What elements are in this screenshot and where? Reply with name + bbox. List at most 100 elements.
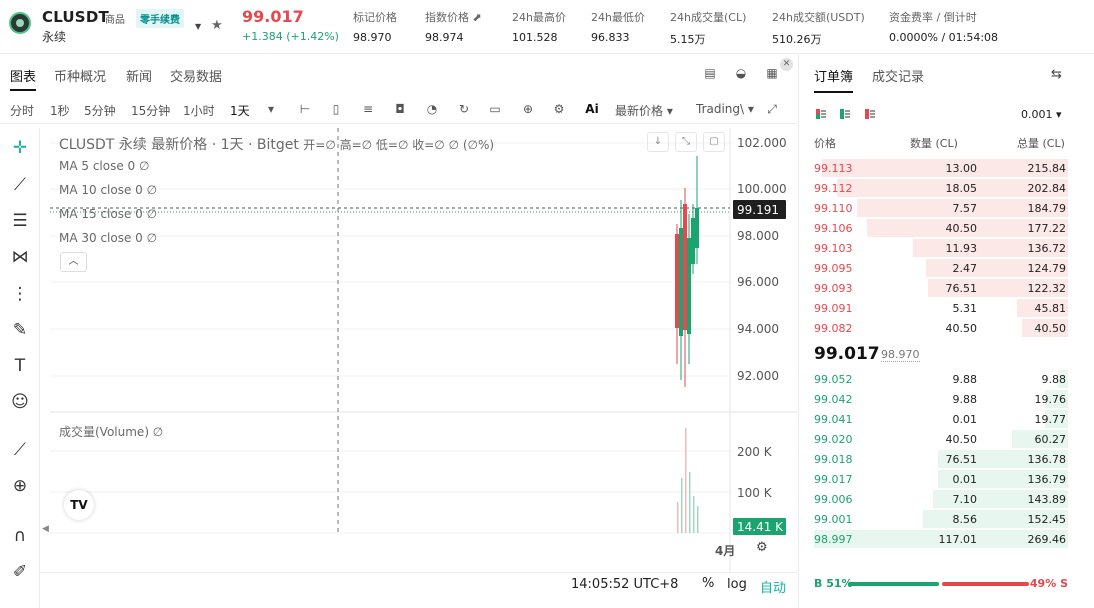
- volume-legend[interactable]: 成交量(Volume) ∅: [59, 423, 163, 440]
- emoji-icon[interactable]: ☺: [8, 390, 32, 414]
- ask-price: 99.112: [814, 182, 853, 195]
- layout-grid-icon[interactable]: ▦: [765, 66, 779, 80]
- fullscreen-icon[interactable]: ⤢: [764, 102, 780, 117]
- symbol-name[interactable]: CLUSDT: [42, 8, 109, 26]
- ask-row[interactable]: 99.091 5.31 45.81: [814, 299, 1068, 317]
- ask-total: 215.84: [1027, 162, 1067, 175]
- ask-row[interactable]: 99.103 11.93 136.72: [814, 239, 1068, 257]
- camera-icon[interactable]: ◘: [392, 102, 408, 116]
- bid-row[interactable]: 99.001 8.56 152.45: [814, 510, 1068, 528]
- bid-price: 99.052: [814, 373, 853, 386]
- settings-gear-icon[interactable]: ⚙: [551, 102, 567, 116]
- ma10-legend[interactable]: MA 10 close 0 ∅: [59, 183, 157, 197]
- ma30-legend[interactable]: MA 30 close 0 ∅: [59, 231, 157, 245]
- lock-drawings-icon[interactable]: ✐: [8, 560, 32, 584]
- candle-type-icon[interactable]: ▯: [328, 102, 344, 116]
- ask-row[interactable]: 99.113 13.00 215.84: [814, 159, 1068, 177]
- tab-trade-history[interactable]: 成交记录: [872, 66, 924, 85]
- alarm-icon[interactable]: ◔: [424, 102, 440, 116]
- timeframe-1h[interactable]: 1小时: [183, 102, 215, 119]
- notebook-icon[interactable]: ▤: [703, 66, 717, 80]
- magnet-icon[interactable]: ∩: [8, 524, 32, 548]
- chart-area[interactable]: 102.000 100.000 98.000 96.000 94.000 92.…: [40, 128, 797, 608]
- crosshair-icon[interactable]: ✛: [8, 136, 32, 160]
- collapse-pane-icon[interactable]: ⤡: [675, 132, 697, 152]
- tab-news[interactable]: 新闻: [126, 66, 152, 85]
- brush-icon[interactable]: ✎: [8, 318, 32, 342]
- bar-compare-icon[interactable]: ⊢: [297, 102, 313, 116]
- template-icon[interactable]: ▭: [487, 102, 503, 116]
- tab-trading-data[interactable]: 交易数据: [170, 66, 222, 85]
- ask-row[interactable]: 99.093 76.51 122.32: [814, 279, 1068, 297]
- maximize-pane-icon[interactable]: ▢: [703, 132, 725, 152]
- mode-bids-icon[interactable]: [840, 109, 850, 119]
- timeframe-tick[interactable]: 分时: [10, 102, 34, 119]
- stat-index-price[interactable]: 指数价格 ⬈ 98.974: [425, 9, 482, 44]
- utc-clock[interactable]: 14:05:52 UTC+8: [571, 577, 678, 592]
- chart-settings-icon[interactable]: ⚙: [756, 540, 768, 555]
- bid-row[interactable]: 99.052 9.88 9.88: [814, 370, 1068, 388]
- ai-button[interactable]: Ai: [584, 102, 600, 116]
- log-scale-toggle[interactable]: log: [727, 577, 747, 592]
- tradingview-logo-icon[interactable]: TV: [64, 490, 94, 520]
- ask-row[interactable]: 99.110 7.57 184.79: [814, 199, 1068, 217]
- auto-scale-toggle[interactable]: 自动: [760, 577, 786, 596]
- bid-row[interactable]: 99.006 7.10 143.89: [814, 490, 1068, 508]
- precision-select[interactable]: 0.001 ▾: [1021, 108, 1062, 121]
- timeframe-5m[interactable]: 5分钟: [84, 102, 116, 119]
- ask-qty: 2.47: [952, 262, 978, 275]
- timeframe-15m[interactable]: 15分钟: [131, 102, 170, 119]
- ask-row[interactable]: 99.106 40.50 177.22: [814, 219, 1068, 237]
- fib-levels-icon[interactable]: ⋮: [8, 282, 32, 306]
- indicators-icon[interactable]: ≡: [360, 102, 376, 116]
- favorite-star-icon[interactable]: ★: [211, 18, 223, 33]
- ruler-icon[interactable]: ⟋: [8, 438, 32, 462]
- scroll-left-icon[interactable]: ◀: [42, 524, 49, 534]
- pattern-icon[interactable]: ⋈: [8, 245, 32, 269]
- zoom-icon[interactable]: ⊕: [8, 474, 32, 498]
- tab-orderbook[interactable]: 订单簿: [814, 66, 854, 93]
- ask-total: 136.72: [1027, 242, 1067, 255]
- ask-row[interactable]: 99.112 18.05 202.84: [814, 179, 1068, 197]
- bid-row[interactable]: 99.020 40.50 60.27: [814, 430, 1068, 448]
- drawing-toolbar: ✛ ⟋ ☰ ⋈ ⋮ ✎ T ☺ ⟋ ⊕ ∩ ✐: [0, 128, 40, 608]
- ask-row[interactable]: 99.082 40.50 40.50: [814, 319, 1068, 337]
- ask-qty: 7.57: [952, 202, 978, 215]
- bid-row[interactable]: 98.997 117.01 269.46: [814, 530, 1068, 548]
- close-panel-icon[interactable]: ✕: [780, 58, 793, 71]
- bid-row[interactable]: 99.041 0.01 19.77: [814, 410, 1068, 428]
- symbol-dropdown-icon[interactable]: ▼: [195, 22, 201, 31]
- collapse-legend-button[interactable]: ︿: [60, 252, 87, 272]
- timeframe-dropdown-icon[interactable]: ▾: [263, 102, 279, 116]
- timeframe-1d[interactable]: 1天: [230, 102, 250, 119]
- ask-price: 99.103: [814, 242, 853, 255]
- replay-icon[interactable]: ↻: [456, 102, 472, 116]
- chart-engine-select[interactable]: Trading\ ▾: [696, 102, 754, 116]
- price-type-select[interactable]: 最新价格 ▾: [615, 102, 673, 119]
- move-down-icon[interactable]: ↓: [647, 132, 669, 152]
- ma15-legend[interactable]: MA 15 close 0 ∅: [59, 207, 157, 221]
- percent-scale-toggle[interactable]: %: [702, 576, 714, 591]
- bid-total: 143.89: [1027, 493, 1067, 506]
- mode-both-icon[interactable]: [816, 109, 826, 119]
- add-icon[interactable]: ⊕: [520, 102, 536, 116]
- chart-toolbar: 分时 1秒 5分钟 15分钟 1小时 1天 ▾ ⊢ ▯ ≡ ◘ ◔ ↻ ▭ ⊕ …: [0, 96, 797, 124]
- ask-row[interactable]: 99.095 2.47 124.79: [814, 259, 1068, 277]
- trendline-icon[interactable]: ⟋: [8, 173, 32, 197]
- bid-price: 99.041: [814, 413, 853, 426]
- ma5-legend[interactable]: MA 5 close 0 ∅: [59, 159, 149, 173]
- bell-icon[interactable]: ◒: [734, 66, 748, 80]
- text-tool-icon[interactable]: T: [8, 354, 32, 378]
- bid-row[interactable]: 99.018 76.51 136.78: [814, 450, 1068, 468]
- tab-coin-overview[interactable]: 币种概况: [54, 66, 106, 85]
- ask-total: 124.79: [1027, 262, 1067, 275]
- bid-row[interactable]: 99.017 0.01 136.79: [814, 470, 1068, 488]
- bid-row[interactable]: 99.042 9.88 19.76: [814, 390, 1068, 408]
- tab-chart[interactable]: 图表: [10, 66, 37, 91]
- orderbook-settings-icon[interactable]: ⇆: [1051, 67, 1062, 82]
- mode-asks-icon[interactable]: [865, 109, 875, 119]
- timeframe-1s[interactable]: 1秒: [50, 102, 70, 119]
- ask-total: 177.22: [1027, 222, 1067, 235]
- horizontal-lines-icon[interactable]: ☰: [8, 209, 32, 233]
- stat-24h-high: 24h最高价 101.528: [512, 11, 566, 44]
